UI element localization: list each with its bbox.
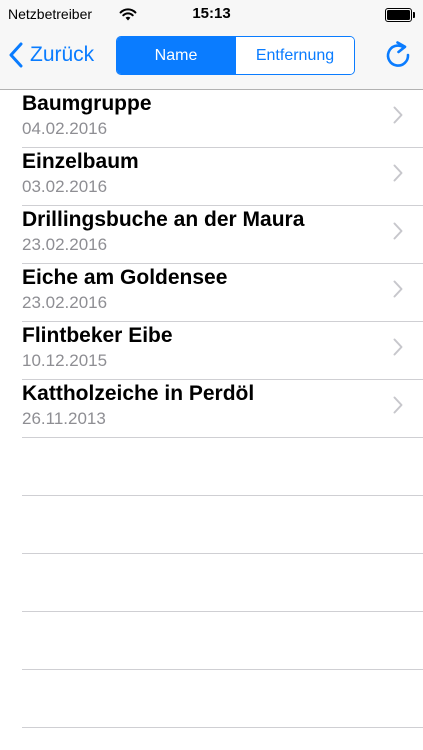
list-item[interactable]: Baumgruppe 04.02.2016	[0, 90, 423, 148]
list-item[interactable]: Drillingsbuche an der Maura 23.02.2016	[0, 206, 423, 264]
status-bar: Netzbetreiber 15:13	[0, 0, 423, 30]
chevron-left-icon	[9, 42, 23, 68]
navigation-bar: Netzbetreiber 15:13 Zurück Name Entfernu…	[0, 0, 423, 90]
item-title: Drillingsbuche an der Maura	[22, 208, 305, 231]
empty-row	[0, 670, 423, 728]
list-item[interactable]: Kattholzeiche in Perdöl 26.11.2013	[0, 380, 423, 438]
empty-row	[0, 554, 423, 612]
item-date: 23.02.2016	[22, 235, 108, 254]
refresh-icon[interactable]	[383, 38, 413, 72]
segment-entfernung[interactable]: Entfernung	[235, 37, 354, 74]
item-date: 26.11.2013	[22, 409, 106, 428]
list-item[interactable]: Flintbeker Eibe 10.12.2015	[0, 322, 423, 380]
item-date: 23.02.2016	[22, 293, 108, 312]
item-title: Flintbeker Eibe	[22, 324, 173, 347]
back-button-label: Zurück	[30, 43, 95, 66]
empty-row	[0, 496, 423, 554]
chevron-right-icon	[393, 280, 403, 298]
item-title: Kattholzeiche in Perdöl	[22, 382, 255, 405]
battery-icon	[385, 8, 415, 22]
back-button[interactable]: Zurück	[8, 38, 94, 72]
segment-name[interactable]: Name	[117, 37, 235, 74]
list-item[interactable]: Einzelbaum 03.02.2016	[0, 148, 423, 206]
chevron-right-icon	[393, 106, 403, 124]
item-date: 04.02.2016	[22, 119, 108, 138]
list-item[interactable]: Eiche am Goldensee 23.02.2016	[0, 264, 423, 322]
sort-segmented-control: Name Entfernung	[116, 36, 355, 75]
item-title: Baumgruppe	[22, 92, 152, 115]
item-title: Einzelbaum	[22, 150, 139, 173]
empty-row	[0, 438, 423, 496]
chevron-right-icon	[393, 396, 403, 414]
item-date: 10.12.2015	[22, 351, 108, 370]
item-title: Eiche am Goldensee	[22, 266, 228, 289]
chevron-right-icon	[393, 338, 403, 356]
empty-row	[0, 612, 423, 670]
row-separator	[22, 727, 423, 728]
tree-list: Baumgruppe 04.02.2016 Einzelbaum 03.02.2…	[0, 90, 423, 728]
item-date: 03.02.2016	[22, 177, 108, 196]
status-time: 15:13	[192, 5, 231, 22]
chevron-right-icon	[393, 222, 403, 240]
chevron-right-icon	[393, 164, 403, 182]
